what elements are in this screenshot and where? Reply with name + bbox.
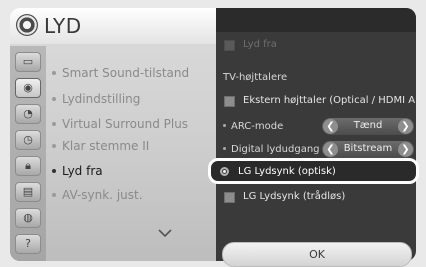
external-speaker-option[interactable]: Ekstern højttaler (Optical / HDMI ARC) (216, 91, 416, 113)
arrow-right-icon[interactable]: ❯ (398, 142, 413, 157)
ok-button[interactable]: OK (222, 242, 412, 267)
arrow-right-icon[interactable]: ❯ (398, 119, 413, 134)
arrow-left-icon[interactable]: ❮ (323, 119, 338, 134)
menu-item-av-sync[interactable]: AV-synk. just. (52, 188, 143, 202)
arrow-left-icon[interactable]: ❮ (323, 142, 338, 157)
bullet-icon (52, 121, 56, 126)
bullet-icon (52, 143, 56, 148)
network-icon[interactable]: ◍ (15, 208, 41, 228)
speaker-icon (16, 14, 38, 36)
selector-value: Bitstream (343, 143, 393, 154)
satellite-icon[interactable]: ◔ (15, 104, 41, 124)
bullet-icon (52, 192, 56, 197)
radio-button[interactable] (220, 167, 229, 176)
sound-menu-panel: LYD ▭ ◉ ◔ ◷ 🔒︎ ▤ ◍ ? (10, 8, 216, 261)
category-icon-column: ▭ ◉ ◔ ◷ 🔒︎ ▤ ◍ ? (10, 46, 46, 261)
display-icon[interactable]: ▭ (15, 52, 41, 72)
arc-mode-label: ARC-mode (223, 121, 283, 132)
tv-settings-screen: LYD ▭ ◉ ◔ ◷ 🔒︎ ▤ ◍ ? Smart Sound-tilstan… (0, 0, 426, 267)
digital-out-label: Digital lydudgang (223, 144, 320, 155)
option-label: LG Lydsynk (trådløs) (243, 191, 346, 202)
option-label: Lyd fra (243, 39, 277, 50)
lg-wireless-option[interactable]: LG Lydsynk (trådløs) (216, 187, 416, 209)
section-title: TV-højttalere (223, 72, 288, 83)
menu-item-sound-setting[interactable]: Lydindstilling (52, 92, 140, 106)
bullet-icon (52, 96, 56, 101)
menu-item-sound-out[interactable]: Lyd fra (52, 164, 103, 178)
digital-out-selector[interactable]: ❮ Bitstream ❯ (322, 141, 414, 158)
arc-mode-selector[interactable]: ❮ Tænd ❯ (322, 118, 414, 135)
support-icon[interactable]: ? (15, 234, 41, 254)
clock-icon[interactable]: ◷ (15, 130, 41, 150)
lg-optical-option[interactable]: LG Lydsynk (optisk) (208, 158, 419, 184)
lock-icon[interactable]: 🔒︎ (15, 156, 41, 176)
option-label: Ekstern højttaler (Optical / HDMI ARC) (243, 95, 416, 106)
panel-topbar (216, 8, 416, 32)
bullet-icon (52, 168, 56, 173)
chevron-down-icon[interactable] (158, 228, 172, 238)
bullet-icon (223, 123, 226, 127)
page-title: LYD (44, 14, 82, 38)
menu-header: LYD (10, 8, 216, 44)
option-icon[interactable]: ▤ (15, 182, 41, 202)
option-label: LG Lydsynk (optisk) (238, 166, 336, 177)
menu-item-clear-voice[interactable]: Klar stemme II (52, 139, 149, 153)
speaker-icon[interactable]: ◉ (15, 78, 41, 98)
sound-out-panel: Lyd fra TV-højttalere Ekstern højttaler … (216, 8, 416, 261)
ok-label: OK (309, 248, 325, 261)
bullet-icon (223, 146, 226, 150)
checkbox[interactable] (224, 96, 235, 107)
menu-item-virtual-surround[interactable]: Virtual Surround Plus (52, 117, 188, 131)
bullet-icon (52, 70, 56, 75)
sound-out-option[interactable]: Lyd fra (216, 35, 416, 57)
menu-item-smart-sound[interactable]: Smart Sound-tilstand (52, 66, 189, 80)
checkbox[interactable] (224, 192, 235, 203)
checkbox[interactable] (224, 40, 235, 51)
selector-value: Tænd (353, 120, 383, 131)
